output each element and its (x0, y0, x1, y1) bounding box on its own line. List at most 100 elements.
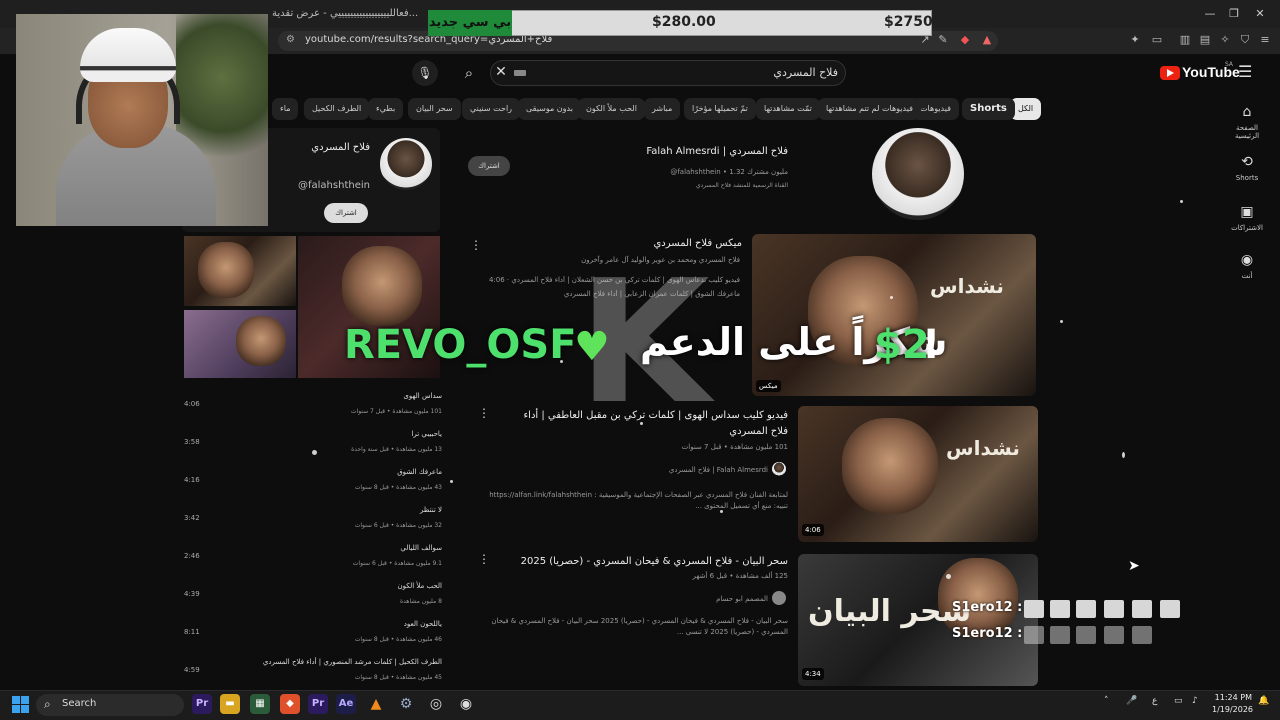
playlist-thumbnail[interactable] (184, 310, 296, 378)
keyboard-icon[interactable] (514, 70, 526, 76)
chip-recently-uploaded[interactable]: تمّ تحميلها مؤخرًا (684, 98, 756, 120)
playlist-item-duration: 3:42 (184, 514, 200, 522)
notification-bell-icon[interactable]: 🔔 (1258, 696, 1269, 706)
playlist-item-title[interactable]: سداس الهوى (262, 392, 442, 400)
extensions-icon[interactable]: ✦ (1128, 33, 1142, 47)
more-options-icon[interactable]: ⋮ (470, 238, 482, 252)
tab-icon[interactable]: ▭ (1150, 33, 1164, 47)
vlc-icon[interactable]: ▲ (366, 694, 386, 714)
playlist-item-title[interactable]: ياحبيبي ترا (262, 430, 442, 438)
chip-keyword[interactable]: بدون موسيقى (518, 98, 581, 120)
windows-start-icon[interactable] (12, 696, 30, 714)
chip-keyword[interactable]: الطرف الكحيل (304, 98, 370, 120)
playlist-item-title[interactable]: ماعرفك الشوق (262, 468, 442, 476)
volume-icon[interactable]: ♪ (1192, 696, 1198, 706)
channel-avatar[interactable] (772, 591, 786, 605)
clear-search-icon[interactable]: ✕ (492, 62, 510, 82)
file-explorer-icon[interactable]: ▬ (220, 694, 240, 714)
sparkle (890, 296, 893, 299)
close-button[interactable]: ✕ (1248, 4, 1272, 24)
premiere-icon[interactable]: Pr (308, 694, 328, 714)
maximize-button[interactable]: ❐ (1222, 4, 1246, 24)
network-icon[interactable]: ▭ (1174, 696, 1183, 706)
search-icon[interactable]: ⌕ (456, 60, 482, 86)
ai-icon[interactable]: ✧ (1218, 33, 1232, 47)
more-options-icon[interactable]: ⋮ (478, 552, 490, 566)
hamburger-menu-icon[interactable]: ☰ (1238, 64, 1254, 80)
chip-unwatched[interactable]: فيديوهات لم تتم مشاهدتها (818, 98, 921, 120)
rail-shorts[interactable]: ⟲ Shorts (1226, 154, 1268, 182)
video-thumbnail[interactable]: نشداس 4:06 (798, 406, 1038, 542)
channel-handle: @falahshthein (298, 180, 370, 191)
taskbar-search[interactable] (36, 694, 184, 716)
site-settings-icon[interactable]: ⚙ (286, 34, 295, 45)
channel-avatar[interactable] (872, 128, 964, 220)
chat-username: S1ero12 : (952, 626, 1023, 641)
youtube-logo-icon[interactable] (1160, 66, 1180, 80)
ticker-price-b: $2750 (884, 14, 933, 30)
clock-time[interactable]: 11:24 PM (1212, 693, 1252, 702)
brave-browser-icon[interactable]: ◆ (280, 694, 300, 714)
wallet-icon[interactable]: ▤ (1198, 33, 1212, 47)
vpn-icon[interactable]: ⛉ (1238, 33, 1252, 47)
clock-date[interactable]: 1/19/2026 (1212, 705, 1253, 714)
playlist-item-meta: 45 مليون مشاهدة • قبل 8 سنوات (354, 674, 442, 681)
after-effects-icon[interactable]: Ae (336, 694, 356, 714)
rail-you[interactable]: ◉ أنت (1226, 252, 1268, 280)
mix-thumbnail[interactable]: نشداس ميكس (752, 234, 1036, 396)
app-icon[interactable]: ◉ (456, 694, 476, 714)
tray-chevron-icon[interactable]: ˄ (1104, 696, 1109, 706)
playlist-thumbnail[interactable] (184, 236, 296, 306)
channel-avatar[interactable] (772, 462, 786, 476)
browser-tab[interactable]: فعالليييييييييييييييييي - عرض تقدية... (272, 4, 422, 24)
playlist-item-duration: 8:11 (184, 628, 200, 636)
steam-icon[interactable]: ⚙ (396, 694, 416, 714)
obs-icon[interactable]: ◎ (426, 694, 446, 714)
video-thumbnail[interactable]: سحر البيان 4:34 (798, 554, 1038, 686)
channel-avatar[interactable] (380, 138, 432, 190)
edit-icon[interactable]: ✎ (936, 33, 950, 47)
rewards-icon[interactable]: ▲ (980, 33, 994, 47)
menu-icon[interactable]: ≡ (1258, 33, 1272, 47)
store-icon[interactable]: ▦ (250, 694, 270, 714)
sidebar-icon[interactable]: ▥ (1178, 33, 1192, 47)
playlist-item-title[interactable]: لا تنتظر (262, 506, 442, 514)
sparkle (720, 510, 723, 513)
channel-name[interactable]: Falah Almesrdi | فلاح المسردي (636, 146, 788, 157)
playlist-item-duration: 3:58 (184, 438, 200, 446)
language-indicator[interactable]: ع (1152, 696, 1157, 706)
more-options-icon[interactable]: ⋮ (478, 406, 490, 420)
playlist-item-title[interactable]: سوالف الليالي (262, 544, 442, 552)
chip-live[interactable]: مباشر (644, 98, 681, 120)
playlist-item-title[interactable]: ياللحون العود (262, 620, 442, 628)
thumbnail-script: نشداس (930, 274, 1004, 298)
chip-keyword[interactable]: الحب ملأ الكون (578, 98, 645, 120)
chip-watched[interactable]: تمّت مشاهدتها (756, 98, 820, 120)
rail-home[interactable]: ⌂ الصفحة الرئيسية (1226, 104, 1268, 140)
playlist-item-meta: 101 مليون مشاهدة • قبل 7 سنوات (350, 408, 442, 415)
playlist-item-title[interactable]: الطرف الكحيل | كلمات مرشد المنصوري | أدا… (212, 658, 442, 666)
subscribe-button[interactable]: اشتراك (324, 203, 368, 223)
rail-label: Shorts (1235, 174, 1259, 182)
playlist-item-title[interactable]: الحب ملأ الكون (262, 582, 442, 590)
tray-mic-icon[interactable]: 🎤 (1126, 696, 1137, 706)
video-duration: 4:06 (802, 524, 824, 536)
thumbnail-script: نشداس (946, 436, 1020, 460)
rail-subscriptions[interactable]: ▣ الاشتراكات (1226, 204, 1268, 232)
chip-keyword[interactable]: بطيء (368, 98, 404, 120)
subscribe-button[interactable]: اشتراك (468, 156, 510, 176)
premiere-icon[interactable]: Pr (192, 694, 212, 714)
chip-keyword[interactable]: سحر البيان (408, 98, 461, 120)
chip-shorts[interactable]: Shorts (962, 98, 1015, 120)
video-title[interactable]: سحر البيان - فلاح المسردي & فيحان المسرد… (520, 556, 788, 567)
brave-shield-icon[interactable]: ◆ (958, 33, 972, 47)
minimize-button[interactable]: — (1198, 4, 1222, 24)
video-channel[interactable]: Falah Almesrdi | فلاح المسردي (600, 466, 768, 474)
video-channel[interactable]: المصمم ابو حسام (640, 595, 768, 603)
channel-name[interactable]: فلاح المسردي (290, 142, 370, 153)
playlist-item-meta: 13 مليون مشاهدة • قبل سنة واحدة (351, 446, 442, 453)
chip-keyword[interactable]: راحت سنيني (462, 98, 521, 120)
sparkle (1060, 320, 1063, 323)
microphone-icon[interactable]: 🎙 (412, 60, 438, 86)
chip-keyword[interactable]: ماء (272, 98, 299, 120)
